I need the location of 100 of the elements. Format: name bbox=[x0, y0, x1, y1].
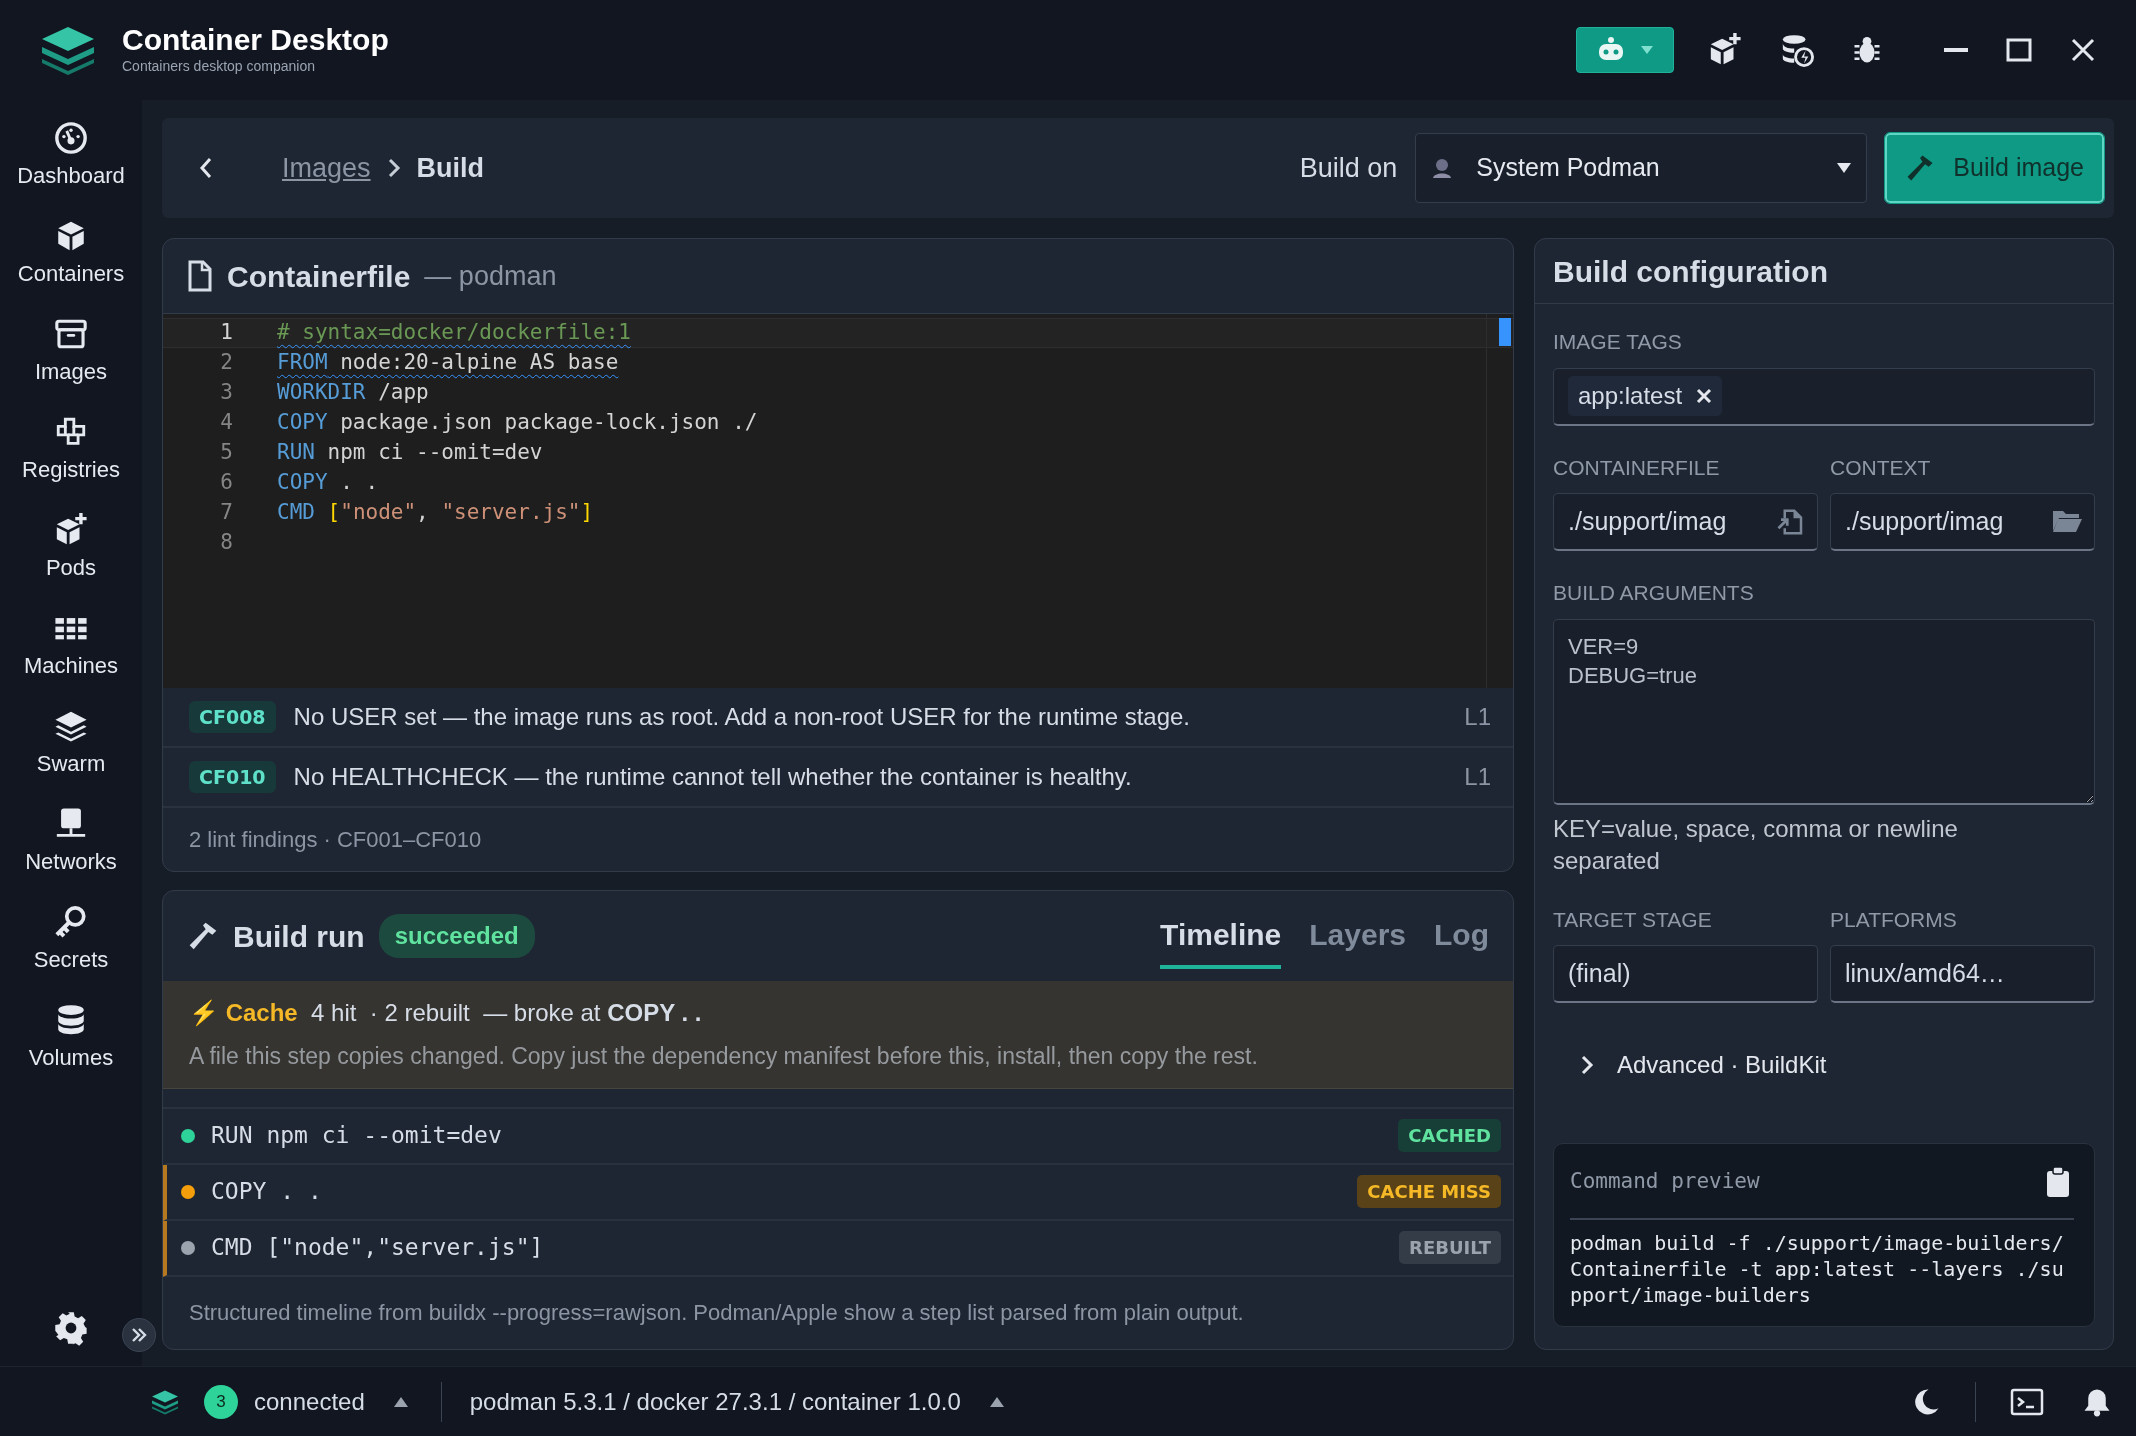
engine-select[interactable]: System Podman bbox=[1415, 133, 1868, 203]
document-icon bbox=[187, 260, 213, 292]
caret-up-icon bbox=[392, 1395, 409, 1408]
sidebar-item[interactable]: Swarm bbox=[30, 708, 112, 806]
tag-label: app:latest bbox=[1578, 381, 1683, 412]
connection-status: connected bbox=[254, 1386, 365, 1417]
version-info: podman 5.3.1 / docker 27.3.1 / container 1.0.0 bbox=[469, 1386, 961, 1417]
cube-plus-icon bbox=[54, 513, 88, 547]
lint-summary: 2 lint findings · CF001–CF010 bbox=[189, 826, 482, 854]
breadcrumb-item[interactable]: Images bbox=[282, 147, 371, 189]
stacked-layers-logo bbox=[150, 1388, 180, 1415]
sidebar-item[interactable]: Registries bbox=[16, 414, 126, 512]
panel-title: Build run bbox=[233, 918, 365, 955]
field-label: BUILD ARGUMENTS bbox=[1553, 580, 1755, 607]
line-reference: L1 bbox=[1464, 702, 1491, 732]
app-title: Container Desktop bbox=[122, 23, 389, 56]
step-status-tag: CACHED bbox=[1398, 1119, 1501, 1152]
rule-code-tag: CF008 bbox=[189, 700, 276, 734]
panel-subtitle: — podman bbox=[424, 259, 557, 293]
containerfile-field[interactable]: ./support/imag bbox=[1553, 493, 1818, 552]
code-line: FROM node:20-alpine AS base bbox=[277, 349, 619, 377]
line-number: 1 bbox=[219, 319, 233, 347]
step-status-tag: CACHE MISS bbox=[1357, 1175, 1501, 1208]
build-arguments-field[interactable]: VER=9 DEBUG=true bbox=[1553, 618, 2095, 805]
line-number: 7 bbox=[219, 499, 233, 527]
code-line: RUN npm ci --omit=dev bbox=[277, 439, 543, 467]
sidebar-item[interactable]: Containers bbox=[11, 218, 131, 316]
cache-hint: A file this step copies changed. Copy just the dependency manifest before this, install, then copy the rest. bbox=[189, 1042, 1259, 1071]
line-number: 6 bbox=[219, 469, 233, 497]
gear-icon bbox=[53, 1310, 89, 1346]
finding-message: No USER set — the image runs as root. Add a non-root USER for the runtime stage. bbox=[293, 702, 1191, 732]
sidebar-item[interactable]: Machines bbox=[17, 610, 125, 708]
line-number: 8 bbox=[219, 529, 233, 557]
double-chevron-icon bbox=[130, 1326, 148, 1344]
remove-tag-button[interactable] bbox=[1696, 388, 1713, 405]
status-tag: succeeded bbox=[378, 914, 535, 958]
count-badge: 3 bbox=[204, 1384, 238, 1419]
code-line: COPY package.json package-lock.json ./ bbox=[277, 409, 758, 437]
database-bolt-icon bbox=[1780, 33, 1814, 67]
field-label: CONTEXT bbox=[1830, 454, 1932, 481]
tab[interactable]: Layers bbox=[1309, 903, 1406, 969]
tags-field[interactable]: app:latest bbox=[1553, 367, 2095, 426]
advanced-toggle[interactable]: Advanced · BuildKit bbox=[1575, 1043, 2095, 1087]
engine-value: System Podman bbox=[1476, 152, 1660, 184]
caret-icon bbox=[1640, 45, 1654, 55]
field-label: PLATFORMS bbox=[1830, 906, 1958, 933]
sidebar-item[interactable]: Dashboard bbox=[11, 120, 131, 218]
step-command: CMD ["node","server.js"] bbox=[211, 1233, 544, 1263]
step-status-tag: REBUILT bbox=[1399, 1231, 1501, 1264]
clipboard-icon bbox=[2046, 1166, 2070, 1198]
line-number: 5 bbox=[219, 439, 233, 467]
code-line: CMD ["node", "server.js"] bbox=[277, 499, 594, 527]
terminal-icon bbox=[2010, 1386, 2044, 1417]
line-number: 4 bbox=[219, 409, 233, 437]
field-label: TARGET STAGE bbox=[1553, 906, 1713, 933]
code-editor[interactable]: 1 # syntax=docker/dockerfile:1 2 FROM node:20-alpine AS base 3 WORKDIR /app 4 COPY package.json package-lock.json ./ 5 RUN npm ci --omit=dev 6 COPY . . 7 CMD ["node", "server.js"] 8 bbox=[163, 314, 1513, 688]
finding-message: No HEALTHCHECK — the runtime cannot tell whether the container is healthy. bbox=[293, 762, 1132, 792]
caret-up-icon bbox=[988, 1395, 1005, 1408]
scrollbar-thumb[interactable] bbox=[1499, 318, 1511, 346]
close-icon bbox=[2070, 37, 2096, 63]
sidebar-item[interactable]: Networks bbox=[19, 806, 123, 904]
robot-dropdown-button[interactable] bbox=[1576, 27, 1674, 73]
status-dot bbox=[181, 1128, 195, 1143]
layers-icon bbox=[54, 709, 88, 743]
hammer-icon bbox=[187, 920, 219, 952]
rule-code-tag: CF010 bbox=[189, 760, 276, 794]
step-command: COPY . . bbox=[211, 1177, 322, 1207]
key-icon bbox=[54, 905, 88, 939]
command-text: podman build -f ./support/image-builders/Containerfile -t app:latest --layers ./support/image-builders bbox=[1570, 1230, 2065, 1308]
breadcrumb-item: Build bbox=[416, 151, 485, 185]
timeline-footnote: Structured timeline from buildx --progress=rawjson. Podman/Apple show a step list parsed from plain output. bbox=[189, 1299, 1244, 1328]
gauge-icon bbox=[54, 121, 88, 155]
cube-plus-icon bbox=[1708, 33, 1742, 67]
build-on-label: Build on bbox=[1299, 151, 1398, 185]
chevron-right-icon bbox=[1579, 1054, 1595, 1076]
context-field[interactable]: ./support/imag bbox=[1830, 493, 2095, 552]
expand-sidebar-button[interactable] bbox=[122, 1318, 156, 1352]
platforms-field[interactable]: linux/amd64… bbox=[1830, 945, 2095, 1003]
close-icon bbox=[1696, 388, 1713, 405]
status-dot bbox=[181, 1184, 195, 1199]
target-stage-field[interactable]: (final) bbox=[1553, 945, 1818, 1003]
code-line: WORKDIR /app bbox=[277, 379, 429, 407]
panel-title: Containerfile bbox=[227, 258, 411, 295]
field-label: CONTAINERFILE bbox=[1553, 454, 1721, 481]
field-help: KEY=value, space, comma or newline separated bbox=[1553, 813, 1959, 877]
archive-box-icon bbox=[54, 317, 88, 351]
cache-summary: ⚡ Cache 4 hit · 2 rebuilt — broke at COPY . . bbox=[189, 998, 702, 1029]
step-command: RUN npm ci --omit=dev bbox=[211, 1121, 502, 1151]
caret-icon bbox=[1836, 162, 1853, 174]
sidebar-item[interactable]: Secrets bbox=[27, 904, 115, 1002]
minimize-icon bbox=[1944, 48, 1968, 52]
sidebar-item[interactable]: Images bbox=[28, 316, 114, 414]
line-number: 3 bbox=[219, 379, 233, 407]
sidebar-item[interactable]: Pods bbox=[39, 512, 103, 610]
sidebar-item[interactable]: Volumes bbox=[22, 1002, 120, 1100]
code-line: # syntax=docker/dockerfile:1 bbox=[277, 319, 631, 347]
bug-icon bbox=[1852, 35, 1882, 65]
build-image-button[interactable]: Build image bbox=[1885, 133, 2104, 203]
tab[interactable]: Timeline bbox=[1160, 903, 1282, 969]
tab[interactable]: Log bbox=[1434, 903, 1489, 969]
